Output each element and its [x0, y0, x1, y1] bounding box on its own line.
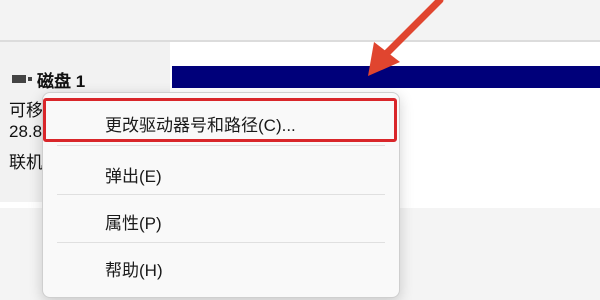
disk-size: 28.8: [9, 122, 43, 141]
window-top-area: [0, 0, 600, 40]
disk-name: 磁盘 1: [37, 72, 86, 91]
menu-item-help[interactable]: 帮助(H): [43, 248, 399, 288]
highlight-box: [43, 98, 397, 142]
menu-separator: [57, 145, 385, 146]
disk-status: 联机: [9, 153, 43, 172]
menu-separator: [57, 194, 385, 195]
menu-separator: [57, 242, 385, 243]
menu-item-properties[interactable]: 属性(P): [43, 201, 399, 241]
disk-icon: [12, 75, 32, 83]
menu-item-eject[interactable]: 弹出(E): [43, 154, 399, 194]
red-arrow-icon: [368, 0, 444, 76]
disk-type: 可移: [9, 101, 43, 120]
